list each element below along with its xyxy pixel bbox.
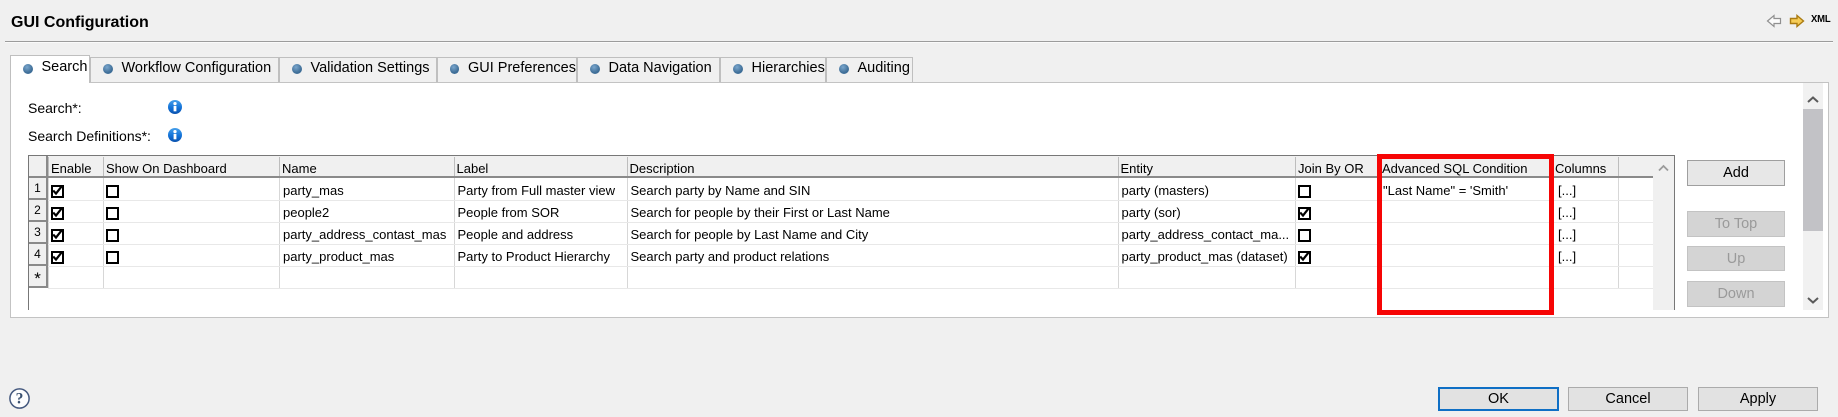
svg-text:?: ?: [16, 390, 24, 407]
